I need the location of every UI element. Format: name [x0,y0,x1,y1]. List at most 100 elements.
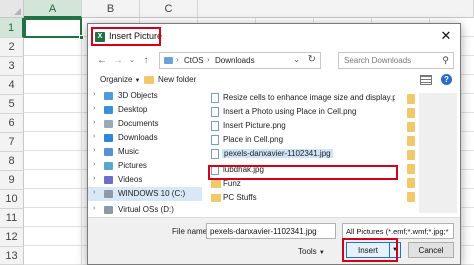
file-item[interactable]: Insert a Photo using Place in Cell.png [207,105,395,119]
cancel-button[interactable]: Cancel [408,242,454,258]
chevron-right-icon[interactable]: › [93,205,95,212]
nav-item-documents[interactable]: › Documents [88,117,202,131]
column-header-a[interactable]: A [24,0,82,18]
nav-item-videos[interactable]: › Videos [88,173,202,187]
organize-menu[interactable]: Organize ▼ [100,75,140,84]
folder-icon [211,194,221,202]
help-icon[interactable]: ? [441,74,452,85]
chevron-down-icon: ▼ [134,78,141,84]
file-item[interactable]: Insert Picture.png [207,119,395,133]
row-header-10[interactable]: 10 [0,190,24,209]
address-row: ← → ⌄ ↑ › CtOS › Downloads ⌄ ↻ Search Do… [88,49,460,73]
column-header-b[interactable]: B [82,0,140,18]
documents-icon [104,120,113,128]
select-all-corner[interactable] [0,0,24,18]
file-type-value: All Pictures (*.emf;*.wmf;*.jpg;* [346,227,449,236]
nav-item-3d-objects[interactable]: › 3D Objects [88,89,202,103]
search-icon[interactable]: ⚲ [442,55,449,66]
folder-icon[interactable] [407,94,415,104]
back-arrow-icon[interactable]: ← [96,55,108,67]
search-input[interactable]: Search Downloads ⚲ [338,52,454,69]
row-header-7[interactable]: 7 [0,133,24,152]
nav-item-label: Music [118,147,139,156]
row-header-1[interactable]: 1 [0,18,24,38]
file-name-label: File name: [172,227,210,236]
breadcrumb-downloads[interactable]: Downloads [215,56,255,65]
videos-icon [104,176,113,184]
folder-item[interactable]: PC Stuffs [207,191,395,205]
dialog-titlebar[interactable]: X Insert Picture ✕ [88,24,460,49]
file-name: Insert a Photo using Place in Cell.png [223,107,357,116]
folder-icon[interactable] [407,136,415,146]
chevron-right-icon[interactable]: › [93,147,95,154]
tools-menu[interactable]: Tools ▼ [298,247,325,256]
folder-thumbnail-column [403,89,460,217]
nav-item-pictures[interactable]: › Pictures [88,159,202,173]
up-arrow-icon[interactable]: ↑ [140,55,152,67]
cancel-button-label: Cancel [418,246,444,255]
row-header-3[interactable]: 3 [0,57,24,76]
breadcrumb-ctos[interactable]: CtOS [184,56,204,65]
row-header-2[interactable]: 2 [0,38,24,57]
selected-file-annotation-box [208,165,398,180]
file-item[interactable]: Place in Cell.png [207,133,395,147]
downloads-icon [104,134,113,142]
nav-item-music[interactable]: › Music [88,145,202,159]
row-header-8[interactable]: 8 [0,152,24,171]
address-dropdown-chevron-icon[interactable]: ⌄ [293,55,300,64]
address-bar[interactable]: › CtOS › Downloads ⌄ ↻ [159,52,321,69]
chevron-right-icon[interactable]: › [93,133,95,140]
breadcrumb-separator-icon: › [176,55,179,64]
nav-item-downloads[interactable]: › Downloads [88,131,202,145]
chevron-down-icon: ▼ [318,250,325,256]
file-list: Resize cells to enhance image size and d… [207,89,395,217]
row-header-13[interactable]: 13 [0,247,24,265]
chevron-right-icon[interactable]: › [93,189,95,196]
nav-item-virtual-oss-d[interactable]: › Virtual OSs (D:) [88,203,202,217]
nav-item-label: Documents [118,119,159,128]
fill-handle[interactable] [79,35,84,40]
folder-icon[interactable] [407,122,415,132]
recent-locations-chevron-icon[interactable]: ⌄ [126,55,138,67]
file-item-selected[interactable]: pexels-danxavier-1102341.jpg [207,147,395,161]
chevron-right-icon[interactable]: › [93,161,95,168]
nav-item-windows-10-c[interactable]: › WINDOWS 10 (C:) [88,187,202,201]
chevron-right-icon[interactable]: › [93,91,95,98]
file-name-field[interactable]: pexels-danxavier-1102341.jpg [206,223,336,239]
file-name-value: pexels-danxavier-1102341.jpg [210,227,317,236]
chevron-right-icon[interactable]: › [93,175,95,182]
active-cell-a1[interactable] [24,18,84,40]
image-file-icon [211,107,219,117]
3d-objects-icon [104,92,113,100]
folder-icon[interactable] [407,164,415,174]
title-annotation-box [91,27,161,46]
row-header-9[interactable]: 9 [0,171,24,190]
folder-icon[interactable] [407,150,415,160]
nav-item-label: Virtual OSs (D:) [118,205,174,214]
chevron-right-icon[interactable]: › [93,119,95,126]
file-type-select[interactable]: All Pictures (*.emf;*.wmf;*.jpg;* [342,223,454,239]
row-header-4[interactable]: 4 [0,76,24,95]
row-header-11[interactable]: 11 [0,209,24,228]
refresh-icon[interactable]: ↻ [308,54,316,65]
file-item[interactable]: Resize cells to enhance image size and d… [207,91,395,105]
file-name: Insert Picture.png [223,121,286,130]
folder-icon[interactable] [407,108,415,118]
close-icon[interactable]: ✕ [438,28,454,44]
file-name: pexels-danxavier-1102341.jpg [222,149,333,158]
nav-item-label: Desktop [118,105,148,114]
row-header-5[interactable]: 5 [0,95,24,114]
row-header-12[interactable]: 12 [0,228,24,247]
view-options-icon[interactable] [420,75,432,85]
dialog-footer: File name: pexels-danxavier-1102341.jpg … [88,217,460,264]
file-name: Place in Cell.png [223,135,284,144]
new-folder-button[interactable]: New folder [158,75,196,84]
row-header-6[interactable]: 6 [0,114,24,133]
forward-arrow-icon[interactable]: → [112,55,124,67]
chevron-right-icon[interactable]: › [93,105,95,112]
nav-item-desktop[interactable]: › Desktop [88,103,202,117]
folder-icon [164,57,173,64]
folder-icon[interactable] [407,178,415,188]
folder-icon[interactable] [407,192,415,202]
column-header-c[interactable]: C [140,0,198,18]
